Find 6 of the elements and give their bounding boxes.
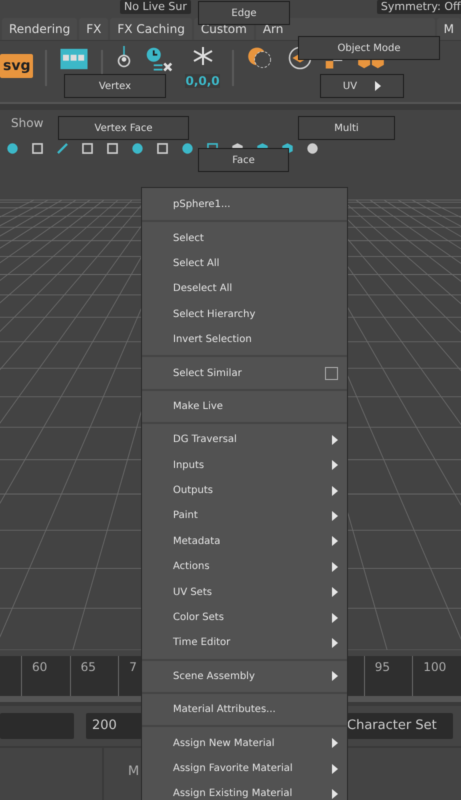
frame-number: 100 [423,660,446,674]
freeze-transform-label: 0,0,0 [185,74,220,88]
frame-number: 95 [374,660,390,674]
frame-number: 60 [32,660,48,674]
frame-number: 65 [80,660,96,674]
frame-number: 7 [129,660,137,674]
